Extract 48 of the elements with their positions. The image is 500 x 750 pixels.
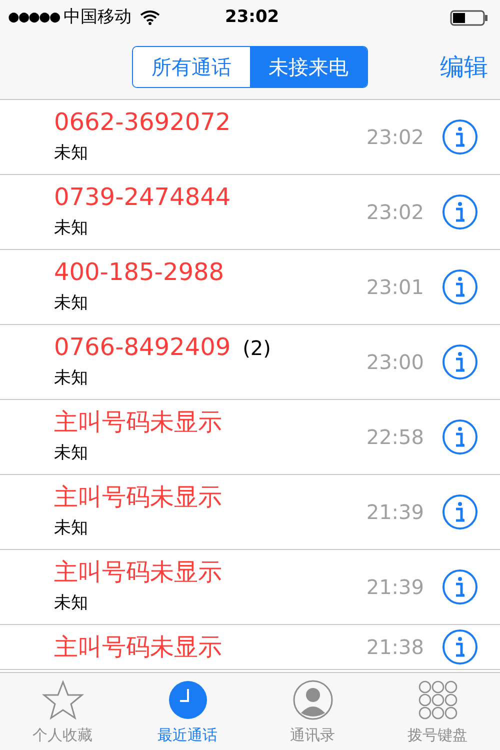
info-icon[interactable] xyxy=(442,194,478,230)
caller-name: 主叫号码未显示 xyxy=(54,482,222,513)
info-icon[interactable] xyxy=(442,494,478,530)
caller-name: 0766-8492409 xyxy=(54,332,231,363)
segment-tab[interactable]: 未接来电 xyxy=(250,47,367,87)
caller-label: 未知 xyxy=(54,367,89,390)
call-time: 22:58 xyxy=(366,424,424,451)
segment-tab[interactable]: 所有通话 xyxy=(133,47,250,87)
keypad-icon xyxy=(418,680,458,720)
info-icon[interactable] xyxy=(442,629,478,665)
call-time: 21:39 xyxy=(366,574,424,601)
caller-label: 未知 xyxy=(54,217,89,240)
caller-label: 未知 xyxy=(54,142,89,165)
call-time: 23:00 xyxy=(366,349,424,376)
clock-icon xyxy=(168,680,208,720)
call-count: (2) xyxy=(242,335,271,362)
call-time: 21:39 xyxy=(366,499,424,526)
call-time: 23:02 xyxy=(366,124,424,151)
caller-name: 400-185-2988 xyxy=(54,257,224,288)
info-icon[interactable] xyxy=(442,419,478,455)
signal-strength: ●●●●● xyxy=(8,8,60,27)
caller-label: 未知 xyxy=(54,517,89,540)
caller-name: 0662-3692072 xyxy=(54,107,231,138)
call-time: 21:38 xyxy=(366,634,424,661)
info-icon[interactable] xyxy=(442,119,478,155)
info-icon[interactable] xyxy=(442,269,478,305)
caller-name: 主叫号码未显示 xyxy=(54,407,222,438)
battery-icon xyxy=(450,10,488,26)
carrier-name: 中国移动 xyxy=(64,6,132,29)
tab-bar-item[interactable]: 个人收藏 xyxy=(0,673,125,750)
tab-bar-item[interactable]: 通讯录 xyxy=(250,673,375,750)
caller-name: 0739-2474844 xyxy=(54,182,231,213)
info-icon[interactable] xyxy=(442,569,478,605)
star-icon xyxy=(40,680,84,720)
caller-name: 主叫号码未显示 xyxy=(54,557,222,588)
info-icon[interactable] xyxy=(442,344,478,380)
person-icon xyxy=(292,680,332,720)
caller-label: 未知 xyxy=(54,442,89,465)
caller-label: 未知 xyxy=(54,292,89,315)
call-time: 23:02 xyxy=(366,199,424,226)
caller-label: 未知 xyxy=(54,592,89,615)
edit-button[interactable]: 编辑 xyxy=(440,49,488,85)
call-time: 23:01 xyxy=(366,274,424,301)
status-time: 23:02 xyxy=(225,6,280,29)
caller-name: 主叫号码未显示 xyxy=(54,632,222,663)
tab-bar-item[interactable]: 拨号键盘 xyxy=(375,673,500,750)
tab-bar-item[interactable]: 最近通话 xyxy=(125,673,250,750)
wifi-icon xyxy=(140,10,160,25)
